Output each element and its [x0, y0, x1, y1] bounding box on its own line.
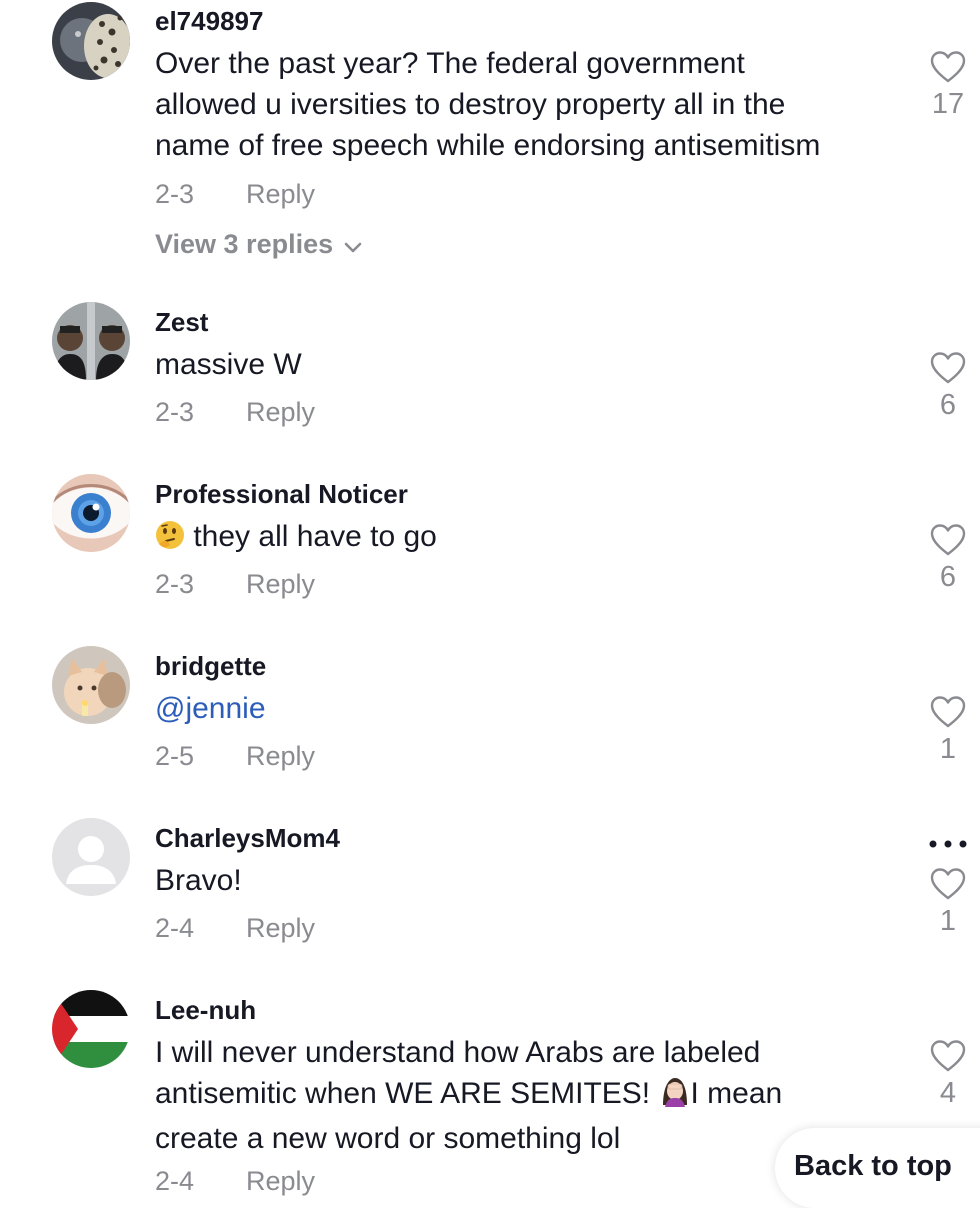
- comment-username[interactable]: bridgette: [155, 651, 266, 682]
- comment-username[interactable]: CharleysMom4: [155, 823, 340, 854]
- more-dots-icon[interactable]: [928, 830, 968, 850]
- comment-text-line: antisemitic when WE ARE SEMITES! I mean: [155, 1073, 895, 1118]
- palestine-flag-avatar[interactable]: [52, 990, 130, 1068]
- comment-text: massive W: [155, 348, 302, 381]
- like-button[interactable]: 1: [920, 867, 976, 938]
- comment-meta: 2-5 Reply: [155, 741, 315, 772]
- comment-text: I will never understand how Arabs are la…: [155, 1032, 895, 1159]
- comment-username[interactable]: el749897: [155, 6, 263, 37]
- heart-icon: [930, 524, 966, 556]
- reply-button[interactable]: Reply: [246, 397, 315, 427]
- comment-text: Over the past year? The federal governme…: [155, 43, 895, 166]
- comment-text: they all have to go: [155, 516, 895, 561]
- chevron-down-icon: [343, 230, 363, 261]
- comment-username[interactable]: Zest: [155, 307, 208, 338]
- like-button[interactable]: 1: [920, 695, 976, 766]
- comment-date: 2-5: [155, 741, 195, 771]
- heart-icon: [930, 1040, 966, 1072]
- comment-date: 2-3: [155, 179, 195, 209]
- heart-icon: [930, 51, 966, 83]
- comment-text-content: they all have to go: [193, 520, 437, 553]
- comment-date: 2-3: [155, 397, 195, 427]
- leopard-cat-avatar[interactable]: [52, 2, 130, 80]
- comment-meta: 2-4 Reply: [155, 913, 315, 944]
- comment-text: Bravo!: [155, 864, 242, 897]
- like-count: 1: [939, 733, 957, 765]
- facepalm-woman-icon: [659, 1075, 691, 1118]
- heart-icon: [930, 696, 966, 728]
- comment-username[interactable]: Lee-nuh: [155, 995, 256, 1026]
- comment-text-line: allowed u iversities to destroy property…: [155, 88, 786, 121]
- comment-meta: 2-4 Reply: [155, 1166, 315, 1197]
- two-men-avatar[interactable]: [52, 302, 130, 380]
- view-replies-button[interactable]: View 3 replies: [155, 229, 363, 261]
- mention-link[interactable]: @jennie: [155, 692, 266, 725]
- heart-icon: [930, 352, 966, 384]
- comment-meta: 2-3 Reply: [155, 397, 315, 428]
- comment-date: 2-4: [155, 913, 195, 943]
- comment-date: 2-4: [155, 1166, 195, 1196]
- reply-button[interactable]: Reply: [246, 741, 315, 771]
- comment-text-line: I will never understand how Arabs are la…: [155, 1036, 761, 1069]
- like-count: 6: [939, 561, 957, 593]
- back-to-top-button[interactable]: Back to top: [775, 1128, 980, 1208]
- like-button[interactable]: 6: [920, 523, 976, 594]
- comment-date: 2-3: [155, 569, 195, 599]
- thinking-face-icon: [155, 520, 185, 561]
- reply-button[interactable]: Reply: [246, 569, 315, 599]
- like-button[interactable]: 4: [920, 1039, 976, 1110]
- cat-avatar[interactable]: [52, 646, 130, 724]
- like-button[interactable]: 17: [920, 50, 976, 121]
- comment-username[interactable]: Professional Noticer: [155, 479, 408, 510]
- reply-button[interactable]: Reply: [246, 913, 315, 943]
- eye-avatar[interactable]: [52, 474, 130, 552]
- like-count: 6: [939, 389, 957, 421]
- comment-meta: 2-3 Reply: [155, 179, 315, 210]
- like-count: 1: [939, 905, 957, 937]
- like-count: 17: [931, 88, 965, 120]
- comment-text-line: name of free speech while endorsing anti…: [155, 129, 821, 162]
- like-count: 4: [939, 1077, 957, 1109]
- reply-button[interactable]: Reply: [246, 179, 315, 209]
- view-replies-label: View 3 replies: [155, 229, 334, 259]
- comment-text: @jennie: [155, 688, 895, 729]
- reply-button[interactable]: Reply: [246, 1166, 315, 1196]
- comment-meta: 2-3 Reply: [155, 569, 315, 600]
- like-button[interactable]: 6: [920, 351, 976, 422]
- comment-text-line: Over the past year? The federal governme…: [155, 47, 745, 80]
- default-user-avatar[interactable]: [52, 818, 130, 896]
- heart-icon: [930, 868, 966, 900]
